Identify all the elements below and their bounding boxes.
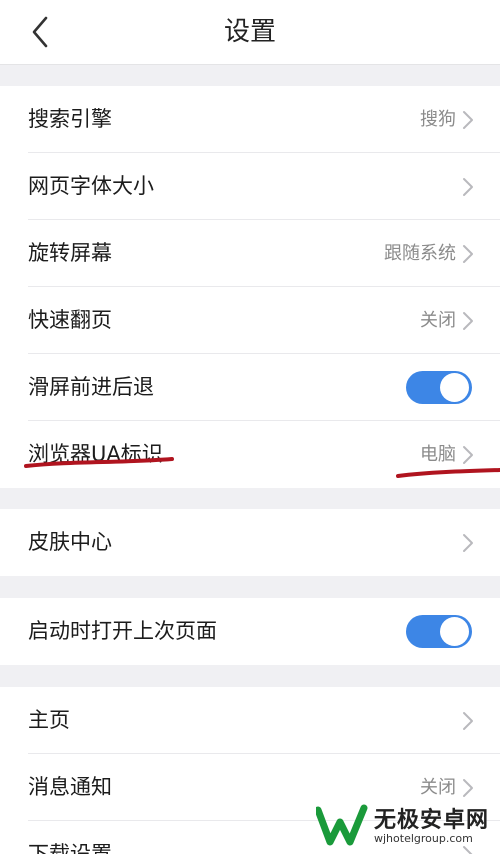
settings-group-skin: 皮肤中心 xyxy=(0,509,500,576)
settings-group-general: 搜索引擎 搜狗 网页字体大小 旋转屏幕 跟随系统 快速翻页 关闭 滑屏前进后退 … xyxy=(0,86,500,488)
setting-swipe-navigation: 滑屏前进后退 xyxy=(0,354,500,421)
setting-rotate-screen[interactable]: 旋转屏幕 跟随系统 xyxy=(0,220,500,287)
chevron-right-icon xyxy=(463,779,473,797)
setting-label: 搜索引擎 xyxy=(28,107,112,131)
watermark-name: 无极安卓网 xyxy=(374,808,490,833)
setting-browser-ua[interactable]: 浏览器UA标识 电脑 xyxy=(0,421,500,488)
chevron-right-icon xyxy=(463,111,473,129)
watermark-url: wjhotelgroup.com xyxy=(374,832,473,845)
setting-label: 滑屏前进后退 xyxy=(28,375,154,399)
settings-group-startup: 启动时打开上次页面 xyxy=(0,598,500,665)
watermark-logo-icon xyxy=(316,804,368,846)
chevron-right-icon xyxy=(463,712,473,730)
chevron-right-icon xyxy=(463,245,473,263)
setting-homepage[interactable]: 主页 xyxy=(0,687,500,754)
watermark: 无极安卓网 wjhotelgroup.com xyxy=(312,798,500,854)
setting-value: 关闭 xyxy=(420,310,456,331)
toggle-knob xyxy=(440,617,469,646)
chevron-right-icon xyxy=(463,178,473,196)
setting-restore-last-page: 启动时打开上次页面 xyxy=(0,598,500,665)
setting-value: 搜狗 xyxy=(420,109,456,130)
setting-value: 跟随系统 xyxy=(384,243,456,264)
setting-skin-center[interactable]: 皮肤中心 xyxy=(0,509,500,576)
setting-label: 皮肤中心 xyxy=(28,530,112,554)
top-bar: 设置 xyxy=(0,0,500,65)
swipe-navigation-toggle[interactable] xyxy=(406,371,472,404)
chevron-right-icon xyxy=(463,312,473,330)
setting-search-engine[interactable]: 搜索引擎 搜狗 xyxy=(0,86,500,153)
setting-font-size[interactable]: 网页字体大小 xyxy=(0,153,500,220)
setting-label: 快速翻页 xyxy=(28,308,112,332)
restore-last-page-toggle[interactable] xyxy=(406,615,472,648)
setting-label: 旋转屏幕 xyxy=(28,241,112,265)
setting-value: 电脑 xyxy=(420,444,456,465)
page-title: 设置 xyxy=(223,17,276,47)
setting-label: 启动时打开上次页面 xyxy=(28,619,217,643)
setting-label: 网页字体大小 xyxy=(28,174,154,198)
setting-label: 消息通知 xyxy=(28,775,112,799)
chevron-right-icon xyxy=(463,446,473,464)
setting-fast-page-turn[interactable]: 快速翻页 关闭 xyxy=(0,287,500,354)
setting-label: 下载设置 xyxy=(28,842,112,854)
setting-label: 浏览器UA标识 xyxy=(28,442,163,466)
chevron-right-icon xyxy=(463,534,473,552)
toggle-knob xyxy=(440,373,469,402)
setting-label: 主页 xyxy=(28,708,70,732)
